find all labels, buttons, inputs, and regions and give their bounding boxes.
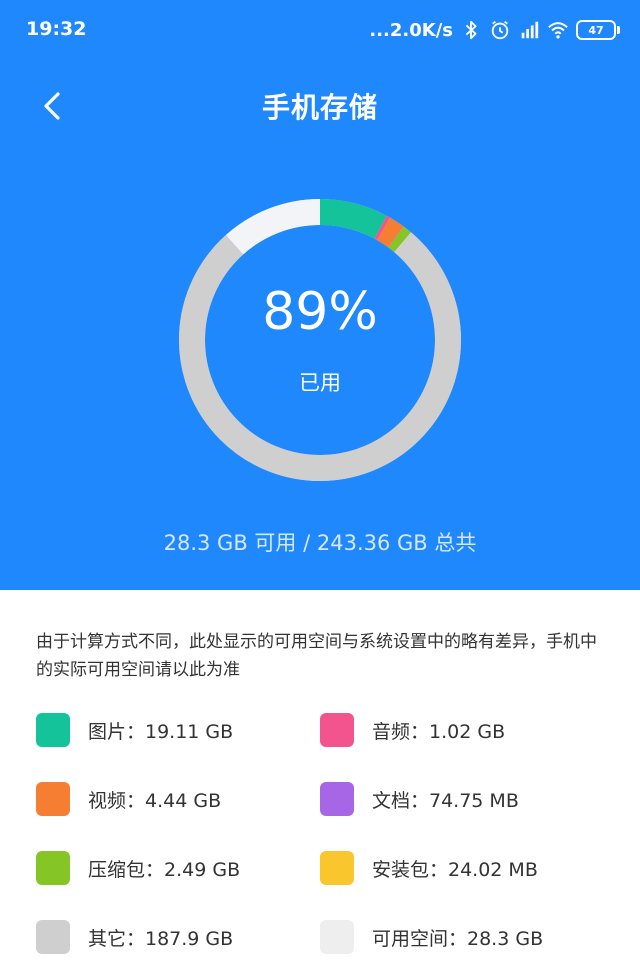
legend-swatch <box>36 920 70 954</box>
legend-label: 文档：74.75 MB <box>372 789 519 812</box>
legend-swatch <box>320 713 354 747</box>
legend-item: 图片：19.11 GB <box>36 713 233 747</box>
legend-swatch <box>36 713 70 747</box>
legend-item: 视频：4.44 GB <box>36 782 221 816</box>
legend-item: 安装包：24.02 MB <box>320 851 538 885</box>
legend-label: 其它：187.9 GB <box>88 927 234 950</box>
legend-label: 图片：19.11 GB <box>88 720 234 743</box>
available-text: 28.3 GB 可用 <box>163 531 297 555</box>
legend-swatch <box>320 782 354 816</box>
donut-segment <box>179 232 461 481</box>
donut-segment <box>376 217 404 248</box>
legend-swatch <box>320 920 354 954</box>
legend-label: 视频：4.44 GB <box>88 789 222 812</box>
donut-segment <box>319 199 387 239</box>
total-text: 243.36 GB 总共 <box>316 531 477 555</box>
legend-label: 安装包：24.02 MB <box>372 858 538 881</box>
legend-label: 可用空间：28.3 GB <box>372 927 544 950</box>
donut-segment <box>388 226 411 253</box>
legend-item: 音频：1.02 GB <box>320 713 505 747</box>
legend-swatch <box>320 851 354 885</box>
legend-item: 压缩包：2.49 GB <box>36 851 240 885</box>
used-percent: 89% <box>262 282 378 342</box>
storage-summary: 28.3 GB 可用 / 243.36 GB 总共 <box>0 527 640 557</box>
donut-segment <box>374 215 391 241</box>
legend-item: 可用空间：28.3 GB <box>320 920 543 954</box>
legend-item: 文档：74.75 MB <box>320 782 519 816</box>
legend-label: 压缩包：2.49 GB <box>88 858 241 881</box>
summary-separator: / <box>296 531 317 555</box>
legend-label: 音频：1.02 GB <box>372 720 506 743</box>
used-label: 已用 <box>299 371 341 395</box>
legend-swatch <box>36 782 70 816</box>
legend-item: 其它：187.9 GB <box>36 920 233 954</box>
donut-segment <box>225 199 321 255</box>
storage-header-panel: 19:32 ...2.0K/s 47 手机存储 89% 已用 28.3 GB 可… <box>0 0 640 590</box>
legend-swatch <box>36 851 70 885</box>
calculation-note: 由于计算方式不同，此处显示的可用空间与系统设置中的略有差异，手机中的实际可用空间… <box>36 632 597 680</box>
